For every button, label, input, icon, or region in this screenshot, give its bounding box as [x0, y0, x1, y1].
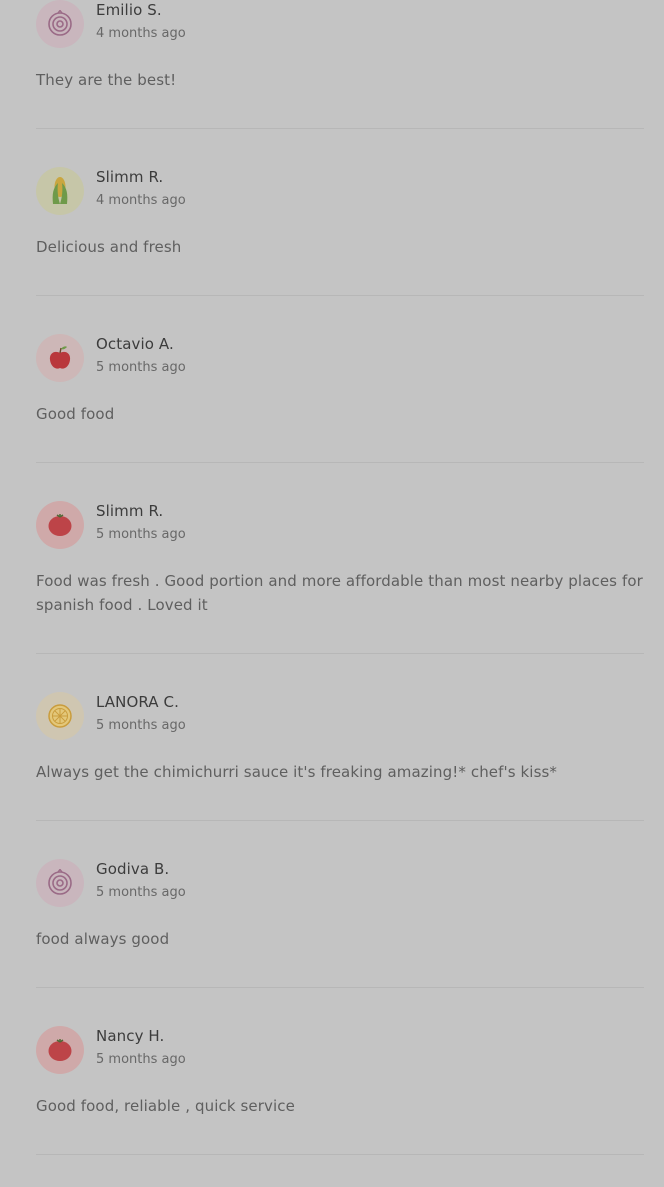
review-item: Godiva B. 5 months ago food always good [36, 853, 644, 988]
review-meta: Nancy H. 5 months ago [96, 1026, 186, 1068]
review-header: Slimm R. 5 months ago [36, 501, 644, 549]
review-text: Good food [36, 405, 115, 423]
review-item: Slimm R. 4 months ago Delicious and fres… [36, 161, 644, 296]
avatar [36, 501, 84, 549]
review-meta: Slimm R. 5 months ago [96, 501, 186, 543]
lemon-icon [46, 702, 74, 730]
review-meta: LANORA C. 5 months ago [96, 692, 186, 734]
review-time: 5 months ago [96, 527, 186, 542]
avatar [36, 859, 84, 907]
review-meta: Octavio A. 5 months ago [96, 334, 186, 376]
review-time: 5 months ago [96, 360, 186, 375]
review-header: LANORA C. 5 months ago [36, 692, 644, 740]
avatar [36, 334, 84, 382]
review-item: LANORA C. 5 months ago Always get the ch… [36, 686, 644, 821]
review-text: Always get the chimichurri sauce it's fr… [36, 763, 558, 781]
review-text: Food was fresh . Good portion and more a… [36, 572, 643, 614]
review-meta: Slimm R. 4 months ago [96, 167, 186, 209]
review-item: Slimm R. 5 months ago Food was fresh . G… [36, 495, 644, 654]
reviewer-name: Slimm R. [96, 502, 164, 520]
reviewer-name: LANORA C. [96, 693, 179, 711]
review-item: Nancy H. 5 months ago Good food, reliabl… [36, 1020, 644, 1155]
review-item: Octavio A. 5 months ago Good food [36, 328, 644, 463]
avatar [36, 0, 84, 48]
reviewer-name: Slimm R. [96, 168, 164, 186]
corn-icon [46, 174, 74, 208]
review-header: Emilio S. 4 months ago [36, 0, 644, 48]
review-text: Delicious and fresh [36, 238, 182, 256]
review-header: Nancy H. 5 months ago [36, 1026, 644, 1074]
onion-icon [46, 869, 74, 897]
avatar [36, 167, 84, 215]
tomato-icon [46, 511, 74, 539]
review-time: 4 months ago [96, 26, 186, 41]
review-text: food always good [36, 930, 170, 948]
review-item: Emilio S. 4 months ago They are the best… [36, 0, 644, 129]
review-time: 5 months ago [96, 885, 186, 900]
onion-icon [46, 10, 74, 38]
review-time: 4 months ago [96, 193, 186, 208]
apple-icon [46, 344, 74, 372]
reviewer-name: Emilio S. [96, 1, 162, 19]
reviewer-name: Godiva B. [96, 860, 170, 878]
reviews-list: Emilio S. 4 months ago They are the best… [36, 0, 644, 1187]
review-time: 5 months ago [96, 718, 186, 733]
review-header: Slimm R. 4 months ago [36, 167, 644, 215]
avatar [36, 1026, 84, 1074]
reviewer-name: Nancy H. [96, 1027, 165, 1045]
review-header: Godiva B. 5 months ago [36, 859, 644, 907]
review-header: Octavio A. 5 months ago [36, 334, 644, 382]
review-meta: Godiva B. 5 months ago [96, 859, 186, 901]
review-text: Good food, reliable , quick service [36, 1097, 295, 1115]
avatar [36, 692, 84, 740]
review-meta: Emilio S. 4 months ago [96, 0, 186, 42]
review-text: They are the best! [36, 71, 177, 89]
review-time: 5 months ago [96, 1052, 186, 1067]
reviewer-name: Octavio A. [96, 335, 174, 353]
tomato-icon [46, 1036, 74, 1064]
